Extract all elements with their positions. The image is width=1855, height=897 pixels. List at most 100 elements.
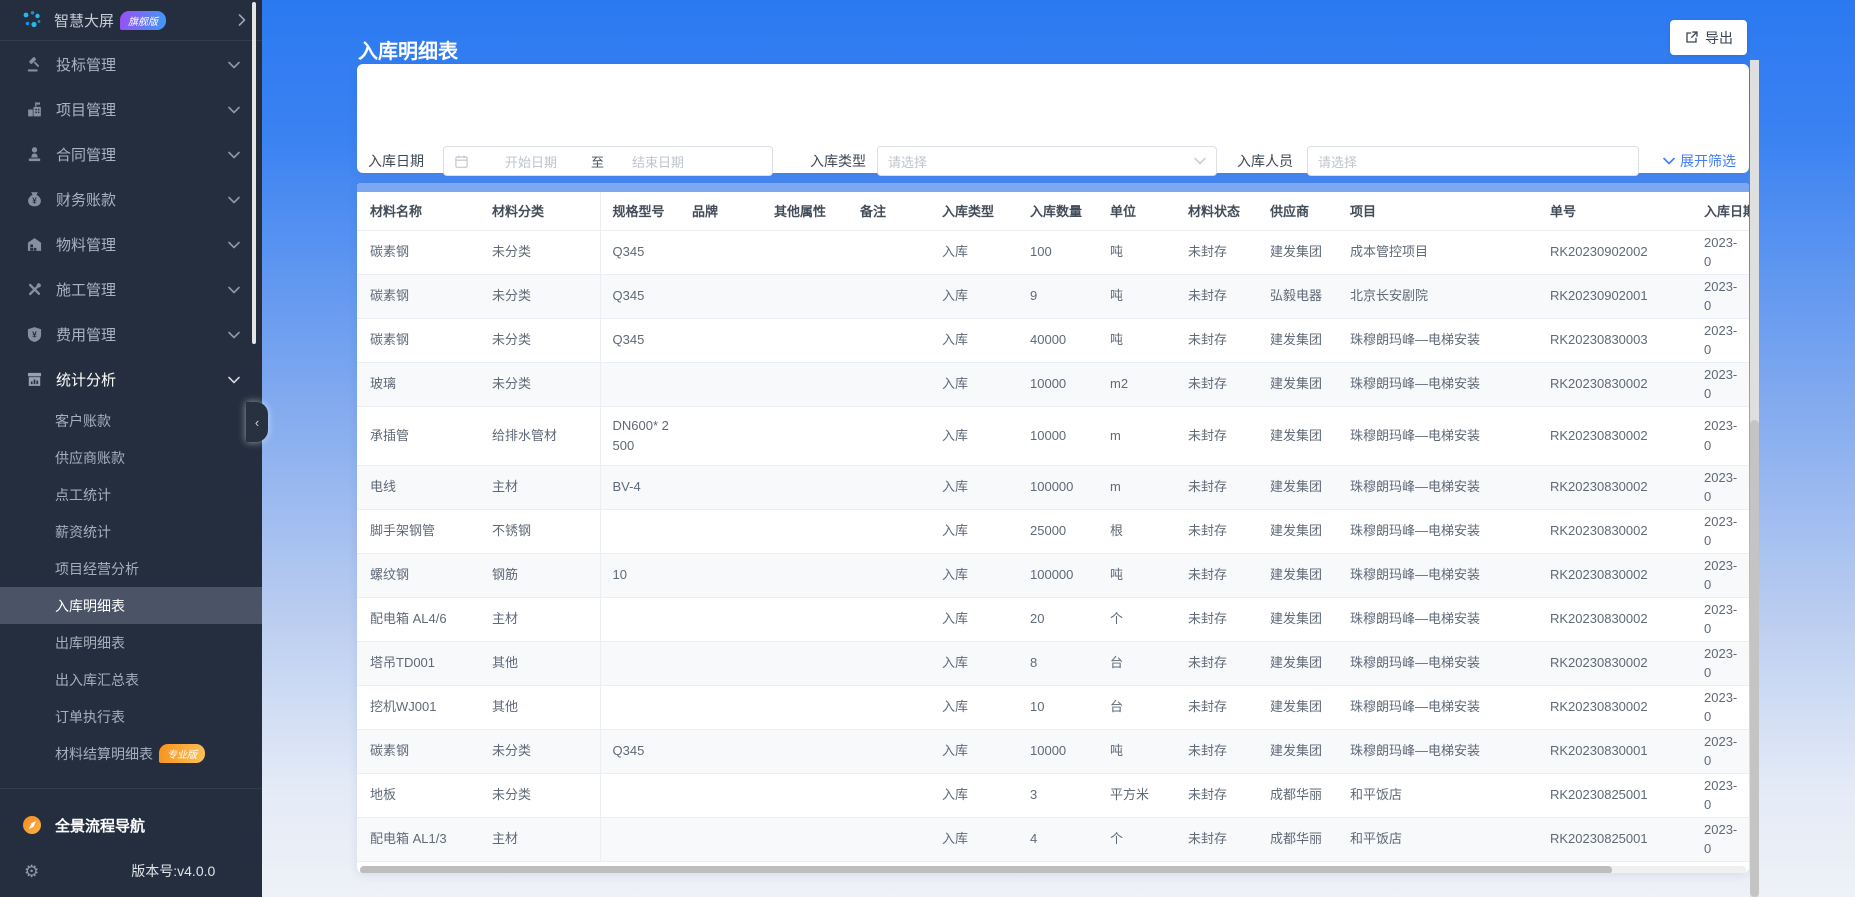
submenu-item-label: 材料结算明细表 [55, 744, 153, 764]
column-header-13[interactable]: 入库日期 [1692, 192, 1749, 230]
sidebar-item-2[interactable]: 合同管理 [0, 132, 262, 177]
column-header-6[interactable]: 入库类型 [930, 192, 1018, 230]
menu-item-label: 物料管理 [56, 234, 116, 255]
cell: 主材 [480, 597, 600, 641]
chevron-down-icon [228, 196, 240, 204]
date-end-placeholder: 结束日期 [632, 152, 684, 171]
table-row[interactable]: 碳素钢未分类Q345入库9吨未封存弘毅电器北京长安剧院RK20230902001… [357, 274, 1749, 318]
chevron-down-icon [1194, 157, 1206, 165]
table-row[interactable]: 碳素钢未分类Q345入库100吨未封存建发集团成本管控项目RK202309020… [357, 230, 1749, 274]
type-select-placeholder: 请选择 [888, 152, 927, 171]
column-header-7[interactable]: 入库数量 [1018, 192, 1098, 230]
table-row[interactable]: 挖机WJ001其他入库10台未封存建发集团珠穆朗玛峰—电梯安装RK2023083… [357, 685, 1749, 729]
cell: 根 [1098, 509, 1176, 553]
sidebar-subitem-3[interactable]: 薪资统计 [0, 513, 262, 550]
type-filter-label: 入库类型 [810, 146, 866, 176]
gear-icon[interactable]: ⚙ [24, 863, 39, 880]
table-row[interactable]: 玻璃未分类入库10000m2未封存建发集团珠穆朗玛峰—电梯安装RK2023083… [357, 362, 1749, 406]
sidebar-subitem-6[interactable]: 出库明细表 [0, 624, 262, 661]
column-header-12[interactable]: 单号 [1538, 192, 1692, 230]
cell [600, 773, 680, 817]
type-select[interactable]: 请选择 [877, 146, 1217, 176]
cell [680, 230, 762, 274]
sidebar-subitem-4[interactable]: 项目经营分析 [0, 550, 262, 587]
cell: 入库 [930, 509, 1018, 553]
date-range-input[interactable]: 开始日期 至 结束日期 [443, 146, 773, 176]
table-row[interactable]: 塔吊TD001其他入库8台未封存建发集团珠穆朗玛峰—电梯安装RK20230830… [357, 641, 1749, 685]
submenu-item-label: 客户账款 [55, 411, 111, 431]
sidebar-subitem-7[interactable]: 出入库汇总表 [0, 661, 262, 698]
sidebar-item-3[interactable]: ¥财务账款 [0, 177, 262, 222]
sidebar-scrollbar[interactable] [252, 2, 256, 344]
column-header-8[interactable]: 单位 [1098, 192, 1176, 230]
sidebar-item-0[interactable]: 投标管理 [0, 42, 262, 87]
cell: 入库 [930, 362, 1018, 406]
column-header-10[interactable]: 供应商 [1258, 192, 1338, 230]
filter-panel: 入库日期 开始日期 至 结束日期 入库类型 请选择 入库人员 请选择 [357, 64, 1749, 173]
sidebar-subitem-0[interactable]: 客户账款 [0, 402, 262, 439]
cell [762, 597, 848, 641]
cell: 地板 [357, 773, 480, 817]
cell: 给排水管材 [480, 406, 600, 465]
cell: 北京长安剧院 [1338, 274, 1538, 318]
cell: 未封存 [1176, 729, 1258, 773]
cell: 建发集团 [1258, 729, 1338, 773]
chevron-down-icon [228, 151, 240, 159]
table-row[interactable]: 地板未分类入库3平方米未封存成都华丽和平饭店RK202308250012023-… [357, 773, 1749, 817]
cell [848, 362, 930, 406]
cell: 珠穆朗玛峰—电梯安装 [1338, 465, 1538, 509]
sidebar-subitem-1[interactable]: 供应商账款 [0, 439, 262, 476]
sidebar-item-7[interactable]: 统计分析 [0, 357, 262, 402]
sidebar-collapse-button[interactable]: ‹ [246, 402, 268, 442]
cell: 珠穆朗玛峰—电梯安装 [1338, 509, 1538, 553]
cell: 未封存 [1176, 274, 1258, 318]
sidebar-subitem-2[interactable]: 点工统计 [0, 476, 262, 513]
cell [848, 729, 930, 773]
sidebar-subitem-5[interactable]: 入库明细表 [0, 587, 262, 624]
column-header-11[interactable]: 项目 [1338, 192, 1538, 230]
version-row: ⚙ 版本号:v4.0.0 [0, 853, 262, 889]
table-row[interactable]: 脚手架钢管不锈钢入库25000根未封存建发集团珠穆朗玛峰—电梯安装RK20230… [357, 509, 1749, 553]
cell [680, 362, 762, 406]
page-scrollbar-thumb[interactable] [1750, 420, 1759, 897]
cell [848, 685, 930, 729]
cell: 建发集团 [1258, 509, 1338, 553]
sidebar-item-1[interactable]: 项目管理 [0, 87, 262, 132]
column-header-4[interactable]: 其他属性 [762, 192, 848, 230]
sidebar-subitem-9[interactable]: 材料结算明细表专业版 [0, 735, 262, 772]
column-header-0[interactable]: 材料名称 [357, 192, 480, 230]
cell: 珠穆朗玛峰—电梯安装 [1338, 641, 1538, 685]
table-row[interactable]: 配电箱 AL1/3主材入库4个未封存成都华丽和平饭店RK202308250012… [357, 817, 1749, 861]
sidebar-brand[interactable]: 智慧大屏 旗舰版 [0, 0, 262, 41]
chevron-down-icon [228, 331, 240, 339]
column-header-5[interactable]: 备注 [848, 192, 930, 230]
table-row[interactable]: 碳素钢未分类Q345入库10000吨未封存建发集团珠穆朗玛峰—电梯安装RK202… [357, 729, 1749, 773]
cell [848, 641, 930, 685]
menu-item-label: 合同管理 [56, 144, 116, 165]
table-row[interactable]: 螺纹钢钢筋10入库100000吨未封存建发集团珠穆朗玛峰—电梯安装RK20230… [357, 553, 1749, 597]
cell: RK20230830002 [1538, 685, 1692, 729]
table-row[interactable]: 配电箱 AL4/6主材入库20个未封存建发集团珠穆朗玛峰—电梯安装RK20230… [357, 597, 1749, 641]
svg-text:¥: ¥ [32, 196, 37, 205]
sidebar-item-4[interactable]: 物料管理 [0, 222, 262, 267]
chevron-down-icon [1663, 157, 1675, 165]
column-header-9[interactable]: 材料状态 [1176, 192, 1258, 230]
column-header-3[interactable]: 品牌 [680, 192, 762, 230]
column-header-1[interactable]: 材料分类 [480, 192, 600, 230]
cell: RK20230830002 [1538, 641, 1692, 685]
table-row[interactable]: 承插管给排水管材DN600* 2500入库10000m未封存建发集团珠穆朗玛峰—… [357, 406, 1749, 465]
table-row[interactable]: 电线主材BV-4入库100000m未封存建发集团珠穆朗玛峰—电梯安装RK2023… [357, 465, 1749, 509]
sidebar: 智慧大屏 旗舰版 投标管理项目管理合同管理 ¥财务账款物料管理施工管理¥费用管理统… [0, 0, 262, 897]
export-button[interactable]: 导出 [1670, 20, 1747, 55]
expand-filters-link[interactable]: 展开筛选 [1663, 146, 1736, 176]
sidebar-item-6[interactable]: ¥费用管理 [0, 312, 262, 357]
sidebar-item-5[interactable]: 施工管理 [0, 267, 262, 312]
column-header-2[interactable]: 规格型号 [600, 192, 680, 230]
cell: 钢筋 [480, 553, 600, 597]
horizontal-scrollbar-thumb[interactable] [360, 866, 1612, 874]
sidebar-item-panorama-nav[interactable]: 全景流程导航 [0, 805, 262, 845]
cell: 碳素钢 [357, 230, 480, 274]
sidebar-subitem-8[interactable]: 订单执行表 [0, 698, 262, 735]
table-row[interactable]: 碳素钢未分类Q345入库40000吨未封存建发集团珠穆朗玛峰—电梯安装RK202… [357, 318, 1749, 362]
person-select[interactable]: 请选择 [1307, 146, 1639, 176]
